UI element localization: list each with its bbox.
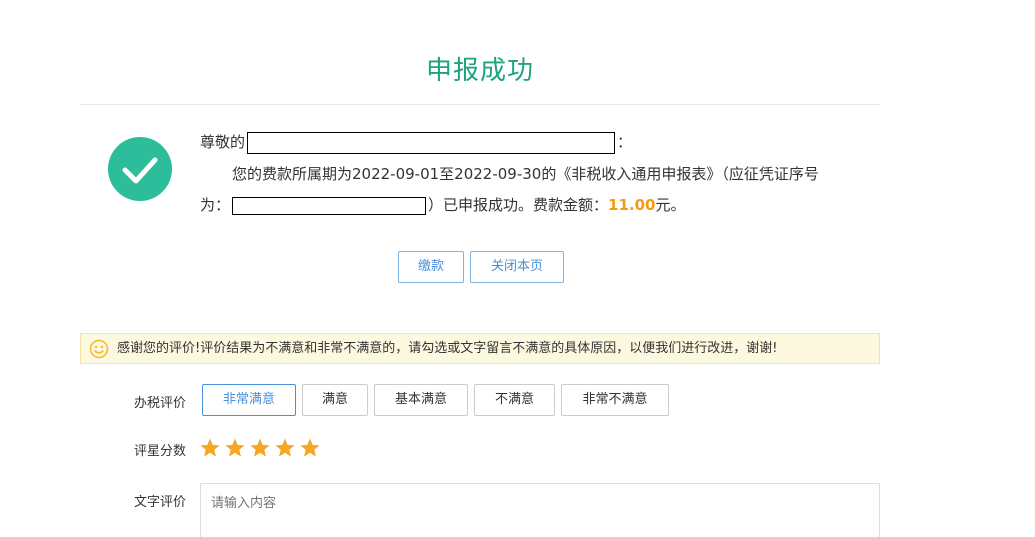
redacted-taxpayer-name [247,131,616,154]
rating-option-basically-satisfied[interactable]: 基本满意 [374,384,468,416]
redacted-sequence-number [232,196,427,215]
sequence-prefix: 为： [200,196,231,214]
text-evaluation-input[interactable] [201,484,879,537]
evaluation-notice: 感谢您的评价!评价结果为不满意和非常不满意的，请勾选或文字留言不满意的具体原因，… [80,333,880,364]
smile-icon [89,339,109,359]
star-icon[interactable] [224,437,246,459]
amount-unit: 元。 [655,196,686,214]
rating-option-very-dissatisfied[interactable]: 非常不满意 [561,384,669,416]
score-label: 评星分数 [134,444,187,459]
text-evaluation-label: 文字评价 [134,495,187,510]
pay-button[interactable]: 缴款 [398,251,464,283]
declaration-success-page: 申报成功 尊敬的 ： 您的费款所属期为2022-09-01至2022-09-30的… [0,0,1035,537]
period-text: 您的费款所属期为2022-09-01至2022-09-30的《非税收入通用申报表… [232,165,819,183]
star-icon[interactable] [274,437,296,459]
star-icon[interactable] [249,437,271,459]
period-line: 您的费款所属期为2022-09-01至2022-09-30的《非税收入通用申报表… [200,163,880,185]
text-evaluation-box [200,483,880,537]
fee-amount: 11.00 [608,196,656,214]
close-page-button[interactable]: 关闭本页 [470,251,564,283]
star-icon[interactable] [299,437,321,459]
sequence-line: 为： ）已申报成功。费款金额：11.00元。 [200,194,686,216]
notice-text: 感谢您的评价!评价结果为不满意和非常不满意的，请勾选或文字留言不满意的具体原因，… [117,341,778,356]
greeting-prefix: 尊敬的 [200,133,246,151]
title-divider [80,104,880,105]
page-title: 申报成功 [425,56,534,86]
success-check-icon [108,137,172,201]
rating-option-satisfied[interactable]: 满意 [302,384,368,416]
rating-label: 办税评价 [134,396,187,411]
rating-option-dissatisfied[interactable]: 不满意 [474,384,555,416]
greeting-suffix: ： [617,133,633,151]
star-icon[interactable] [199,437,221,459]
greeting-line: 尊敬的 ： [200,131,632,154]
sequence-suffix: ）已申报成功。费款金额： [428,196,609,214]
rating-option-very-satisfied[interactable]: 非常满意 [202,384,296,416]
